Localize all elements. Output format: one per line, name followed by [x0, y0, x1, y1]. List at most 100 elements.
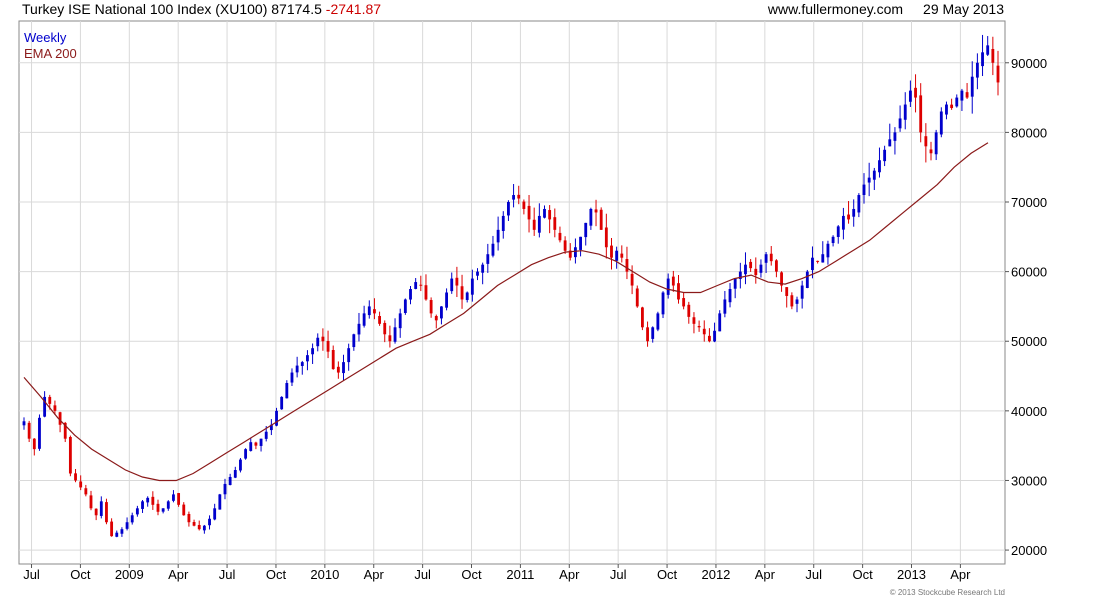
candle-body	[795, 299, 799, 304]
candle-body	[764, 254, 768, 263]
candle-body	[48, 396, 52, 404]
y-axis: 20000 30000 40000 50000 60000 70000 80000 90000	[1005, 56, 1047, 558]
candle-body	[496, 229, 500, 243]
candle-body	[424, 285, 428, 300]
candle-body	[244, 449, 248, 459]
candle-body	[785, 287, 789, 296]
y-tick-label: 20000	[1011, 543, 1047, 558]
candle-body	[347, 348, 351, 363]
legend-ema-200: EMA 200	[24, 46, 77, 61]
y-tick-label: 60000	[1011, 265, 1047, 280]
x-tick-label: Apr	[559, 567, 580, 582]
candle-body	[202, 525, 206, 531]
candle-body	[728, 289, 732, 303]
candle-body	[955, 97, 959, 107]
candle-body	[934, 132, 938, 155]
candle-body	[290, 372, 294, 383]
candle-body	[352, 334, 356, 348]
x-tick-label: Apr	[950, 567, 971, 582]
x-tick-label: 2009	[115, 567, 144, 582]
candle-body	[476, 271, 479, 276]
candle-body	[264, 431, 268, 439]
candle-body	[769, 253, 773, 262]
candle-body	[172, 494, 175, 501]
candle-body	[826, 243, 830, 258]
candle-body	[249, 442, 253, 451]
x-tick-label: 2011	[506, 567, 534, 582]
candle-body	[522, 201, 526, 209]
candle-body	[239, 459, 242, 471]
candle-body	[393, 327, 397, 342]
x-tick-label: Oct	[657, 567, 678, 582]
candle-body	[914, 87, 917, 98]
candle-body	[553, 217, 557, 230]
candle-body	[981, 52, 984, 67]
candle-body	[22, 421, 26, 426]
candle-body	[615, 250, 619, 261]
candle-body	[604, 227, 608, 248]
candle-body	[548, 210, 552, 220]
candle-body	[754, 268, 758, 276]
candle-body	[228, 476, 232, 486]
y-tick-label: 80000	[1011, 125, 1047, 140]
candle-body	[862, 184, 866, 196]
candle-body	[718, 313, 722, 332]
candle-body	[841, 215, 845, 230]
candle-body	[996, 65, 1000, 83]
candles	[22, 34, 1000, 538]
candle-body	[187, 513, 191, 523]
candle-body	[89, 495, 93, 509]
candle-body	[99, 501, 103, 516]
candle-body	[311, 348, 315, 355]
candle-body	[733, 278, 737, 289]
candle-body	[342, 362, 345, 374]
candle-body	[630, 273, 634, 286]
candle-body	[373, 309, 376, 314]
candle-body	[208, 518, 211, 526]
candle-body	[640, 307, 644, 328]
candle-body	[625, 258, 629, 272]
candle-body	[883, 149, 887, 162]
candle-body	[74, 473, 77, 481]
x-tick-label: Jul	[610, 567, 627, 582]
x-tick-label: 2010	[310, 567, 339, 582]
candle-body	[38, 417, 41, 449]
candle-body	[991, 48, 995, 63]
x-tick-label: Oct	[70, 567, 91, 582]
copyright: © 2013 Stockcube Research Ltd	[890, 588, 1005, 597]
candle-body	[816, 260, 820, 262]
candle-body	[867, 177, 871, 183]
plot-frame	[18, 20, 1006, 565]
candle-body	[707, 335, 711, 342]
candle-body	[594, 209, 598, 213]
candle-body	[197, 524, 201, 530]
candle-body	[105, 502, 108, 523]
candle-body	[893, 132, 897, 141]
candle-body	[125, 522, 129, 529]
candle-body	[465, 292, 469, 300]
candle-body	[115, 532, 119, 537]
y-tick-label: 30000	[1011, 473, 1047, 488]
candle-body	[970, 76, 974, 97]
candle-body	[336, 366, 340, 373]
candle-body	[836, 226, 840, 237]
candle-body	[584, 222, 588, 238]
candle-body	[697, 325, 701, 328]
candle-body	[460, 286, 464, 300]
candle-body	[254, 442, 258, 446]
candle-body	[280, 396, 284, 410]
candle-body	[975, 62, 979, 78]
candle-body	[945, 104, 948, 115]
x-axis: Jul Oct 2009 Apr Jul Oct 2010 Apr Jul Oct 2011 Apr J…	[23, 564, 971, 582]
candle-body	[130, 515, 134, 523]
candle-body	[646, 327, 649, 342]
candle-body	[326, 340, 330, 352]
candle-body	[218, 494, 222, 510]
candle-body	[512, 195, 515, 200]
candlestick-chart: 20000 30000 40000 50000 60000 70000 80000 90000…	[18, 20, 1047, 597]
candle-body	[888, 139, 892, 147]
candle-body	[233, 470, 237, 478]
candle-body	[847, 214, 850, 220]
candle-body	[579, 236, 582, 250]
candle-body	[950, 104, 954, 109]
